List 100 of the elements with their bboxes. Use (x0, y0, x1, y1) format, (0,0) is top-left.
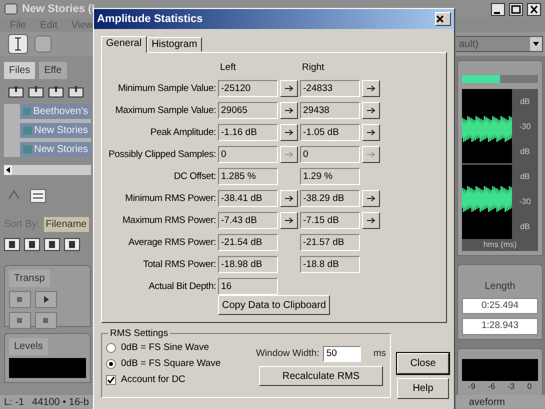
time-field[interactable]: 0:25.494 (462, 298, 538, 314)
scale-label: dB (520, 96, 530, 108)
arrow-icon (284, 129, 294, 136)
dialog-title: Amplitude Statistics (97, 12, 203, 27)
copy-button[interactable]: Copy Data to Clipboard (218, 295, 330, 316)
sort-dropdown[interactable]: Filename (44, 217, 89, 232)
status-text: 44100 • 16-b (32, 396, 89, 409)
field-label: Maximum RMS Power: (121, 214, 216, 228)
value-field: 0 (300, 146, 360, 164)
value-field: -18.98 dB (218, 256, 278, 274)
meter-tick-label: -3 (508, 380, 515, 392)
radio-button[interactable] (106, 359, 116, 369)
meter-tick-label: 0 (527, 380, 532, 392)
arrow-icon (284, 217, 294, 224)
go-to-button[interactable] (280, 212, 298, 230)
value-field: -21.57 dB (300, 234, 360, 252)
column-heading: Right (301, 61, 326, 75)
play-icon[interactable] (35, 291, 57, 308)
arrow-icon (366, 85, 376, 92)
option-label: 0dB = FS Sine Wave (121, 340, 210, 355)
go-to-button[interactable] (362, 102, 380, 120)
maximize-icon[interactable] (509, 2, 523, 16)
file-icon (23, 126, 32, 135)
time-field[interactable]: 1:28.943 (462, 318, 538, 334)
help-button[interactable]: Help (397, 378, 449, 399)
field-label: Possibly Clipped Samples: (108, 148, 216, 162)
check-icon (107, 376, 115, 384)
go-to-button[interactable] (362, 124, 380, 142)
recalculate-button[interactable]: Recalculate RMS (258, 366, 383, 386)
close-button[interactable]: Close (397, 353, 449, 374)
go-to-button[interactable] (362, 212, 380, 230)
arrow-icon (284, 107, 294, 114)
value-field: 16 (218, 278, 278, 296)
arrow-icon (366, 129, 376, 136)
value-field: 1.29 % (300, 168, 360, 186)
field-label: Minimum Sample Value: (116, 82, 216, 96)
scale-label: -30 (519, 120, 531, 132)
list-icon[interactable] (30, 189, 46, 203)
value-field: -21.54 dB (218, 234, 278, 252)
column-heading: Length (484, 280, 516, 294)
cursor-tool-icon[interactable] (8, 34, 28, 54)
scale-label: -30 (519, 196, 531, 208)
scale-label: dB (520, 170, 530, 182)
tab[interactable]: Histogram (146, 37, 202, 52)
value-field: 1.285 % (218, 168, 278, 186)
field-label: Minimum RMS Power: (124, 192, 216, 206)
go-to-button[interactable] (280, 80, 298, 98)
value-field: 29065 (218, 102, 278, 120)
value-field: -18.8 dB (300, 256, 360, 274)
value-field: -1.05 dB (300, 124, 360, 142)
field-label: Actual Bit Depth: (148, 280, 216, 294)
radio-button[interactable] (106, 343, 116, 353)
scroll-left-icon (4, 165, 12, 175)
meter-tick-label: -9 (468, 380, 476, 392)
arrow-icon (366, 151, 376, 158)
scrollbar[interactable] (4, 165, 91, 175)
panel-tab[interactable]: Levels (9, 338, 48, 355)
value-field: -1.16 dB (218, 124, 278, 142)
field-label: Maximum Sample Value: (114, 104, 216, 118)
panel-tab[interactable]: Effe (39, 62, 67, 79)
panel-tab[interactable]: Transp (9, 270, 50, 287)
meter-tick-label: -6 (488, 380, 496, 392)
arrow-icon (284, 195, 294, 202)
column-heading: Left (219, 61, 237, 75)
arrow-icon (366, 195, 376, 202)
field-label: Window Width: (256, 346, 320, 361)
field-label: Total RMS Power: (142, 258, 216, 272)
checkbox[interactable] (106, 375, 116, 385)
value-field: -7.15 dB (300, 212, 360, 230)
close-button[interactable] (435, 12, 451, 26)
minimize-icon[interactable] (491, 2, 505, 16)
value-field: 0 (218, 146, 278, 164)
go-to-button[interactable] (280, 190, 298, 208)
value-field: -24833 (300, 80, 360, 98)
arrow-icon (366, 107, 376, 114)
file-icon (23, 145, 32, 154)
go-to-button[interactable] (362, 80, 380, 98)
field-label: Average RMS Power: (127, 236, 216, 250)
panel-tab[interactable]: Files (4, 62, 36, 79)
status-text: aveform (468, 396, 505, 409)
stop-icon[interactable] (9, 291, 31, 308)
value-field: -25120 (218, 80, 278, 98)
go-to-button[interactable] (362, 190, 380, 208)
value-field: -38.29 dB (300, 190, 360, 208)
unit-label: ms (373, 346, 386, 361)
go-to-button[interactable] (280, 102, 298, 120)
value-field: -38.41 dB (218, 190, 278, 208)
option-label: 0dB = FS Square Wave (121, 356, 221, 371)
window-width-field[interactable]: 50 (323, 346, 362, 362)
file-icon (23, 107, 32, 116)
value-field: 29438 (300, 102, 360, 120)
field-label: Peak Amplitude: (149, 126, 216, 140)
close-icon[interactable] (527, 2, 541, 16)
checkbox-label: Account for DC (121, 372, 186, 387)
value-field: -7.43 dB (218, 212, 278, 230)
scale-label: dB (520, 220, 530, 232)
status-text: L: -1 (4, 396, 24, 409)
go-to-button[interactable] (280, 124, 298, 142)
tab[interactable]: General (101, 36, 147, 53)
arrow-icon (366, 217, 376, 224)
